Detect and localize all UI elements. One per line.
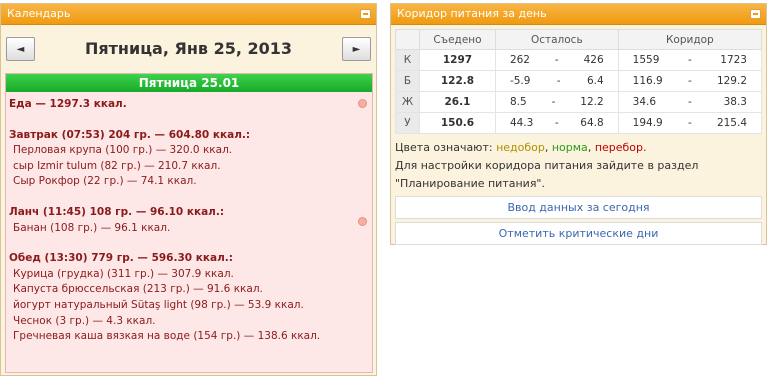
meal-item: Курица (грудка) (311 гр.) — 307.9 ккал. [13,267,234,280]
meal-title[interactable]: Ланч (11:45) 108 гр. — 96.10 ккал.: [9,205,369,221]
day-summary-box: Пятница 25.01 Еда — 1297.3 ккал. Завтрак… [5,73,373,373]
meal-title[interactable]: Завтрак (07:53) 204 гр. — 604.80 ккал.: [9,128,369,144]
next-day-button[interactable]: ► [342,37,371,61]
meal-dinner: Обед (13:30) 779 гр. — 596.30 ккал.: Кур… [9,251,369,345]
prev-day-button[interactable]: ◄ [6,37,35,61]
color-legend: Цвета означают: недобор, норма, перебор. [395,141,647,154]
row-label: Б [395,70,420,92]
corridor-panel-title: Коридор питания за день [397,7,547,20]
meal-title[interactable]: Обед (13:30) 779 гр. — 596.30 ккал.: [9,251,369,267]
legend-low: недобор [496,141,545,154]
left-range: 262-426 [494,49,619,71]
eaten-value: 122.8 [419,70,496,92]
calendar-panel-header: Календарь [1,4,376,25]
legend-ok: норма [551,141,588,154]
meal-item: сыр Izmir tulum (82 гр.) — 210.7 ккал. [13,159,221,172]
collapse-icon[interactable] [750,9,761,19]
left-range: 44.3-64.8 [494,112,619,134]
table-row: Ж 26.1 8.5-12.2 34.6-38.3 [395,91,763,113]
food-total: Еда — 1297.3 ккал. [9,98,127,110]
row-label: У [395,112,420,134]
meal-breakfast: Завтрак (07:53) 204 гр. — 604.80 ккал.: … [9,128,369,190]
meal-lunch: Ланч (11:45) 108 гр. — 96.10 ккал.: Бана… [9,205,369,236]
corridor-range: 34.6-38.3 [617,91,763,113]
column-header-corridor: Коридор [617,29,763,50]
table-header-corner [395,29,420,50]
date-title: Пятница, Янв 25, 2013 [84,39,293,58]
left-range: -5.9-6.4 [494,70,619,92]
meal-item: Капуста брюссельская (213 гр.) — 91.6 кк… [13,283,263,296]
date-navigation: ◄ Пятница, Янв 25, 2013 ► [1,25,376,65]
corridor-range: 194.9-215.4 [617,112,763,134]
food-total-row: Еда — 1297.3 ккал. [9,97,369,113]
calendar-panel-title: Календарь [7,7,71,20]
eaten-value: 1297 [419,49,496,71]
meal-title-row: Ланч (11:45) 108 гр. — 96.10 ккал.: [9,205,369,221]
table-row: Б 122.8 -5.9-6.4 116.9-129.2 [395,70,763,92]
meal-item: Чеснок (3 гр.) — 4.3 ккал. [13,314,156,327]
legend-prefix: Цвета означают: [395,141,493,154]
corridor-table: Съедено Осталось Коридор К 1297 262-426 … [395,29,763,134]
table-row: К 1297 262-426 1559-1723 [395,49,763,71]
meal-item-row: Банан (108 гр.) — 96.1 ккал. [9,216,369,237]
corridor-panel: Коридор питания за день Съедено Осталось… [390,3,767,245]
corridor-range: 1559-1723 [617,49,763,71]
legend-over: перебор. [594,141,647,154]
column-header-eaten: Съедено [419,29,496,50]
settings-hint-link: "Планирование питания". [395,177,545,190]
eaten-value: 26.1 [419,91,496,113]
corridor-panel-header: Коридор питания за день [391,4,766,25]
apple-icon[interactable] [358,216,367,226]
meal-item: Перловая крупа (100 гр.) — 320.0 ккал. [13,144,233,157]
day-body: Еда — 1297.3 ккал. Завтрак (07:53) 204 г… [6,92,372,350]
collapse-icon[interactable] [360,9,371,19]
meal-item: Банан (108 гр.) — 96.1 ккал. [13,221,171,234]
settings-hint: Для настройки коридора питания зайдите в… [395,159,699,172]
table-row: У 150.6 44.3-64.8 194.9-215.4 [395,112,763,134]
enter-today-data-button[interactable]: Ввод данных за сегодня [395,196,762,219]
corridor-range: 116.9-129.2 [617,70,763,92]
column-header-left: Осталось [494,29,619,50]
calendar-panel: Календарь ◄ Пятница, Янв 25, 2013 ► Пятн… [0,3,377,376]
row-label: К [395,49,420,71]
apple-icon[interactable] [358,99,367,108]
eaten-value: 150.6 [419,112,496,134]
mark-critical-days-button[interactable]: Отметить критические дни [395,222,762,245]
left-range: 8.5-12.2 [494,91,619,113]
meal-item: Гречневая каша вязкая на воде (154 гр.) … [13,330,321,343]
meal-item: Сыр Рокфор (22 гр.) — 74.1 ккал. [13,175,197,188]
row-label: Ж [395,91,420,113]
meal-item: йогурт натуральный Sütaş light (98 гр.) … [13,298,304,311]
day-header[interactable]: Пятница 25.01 [6,74,372,92]
